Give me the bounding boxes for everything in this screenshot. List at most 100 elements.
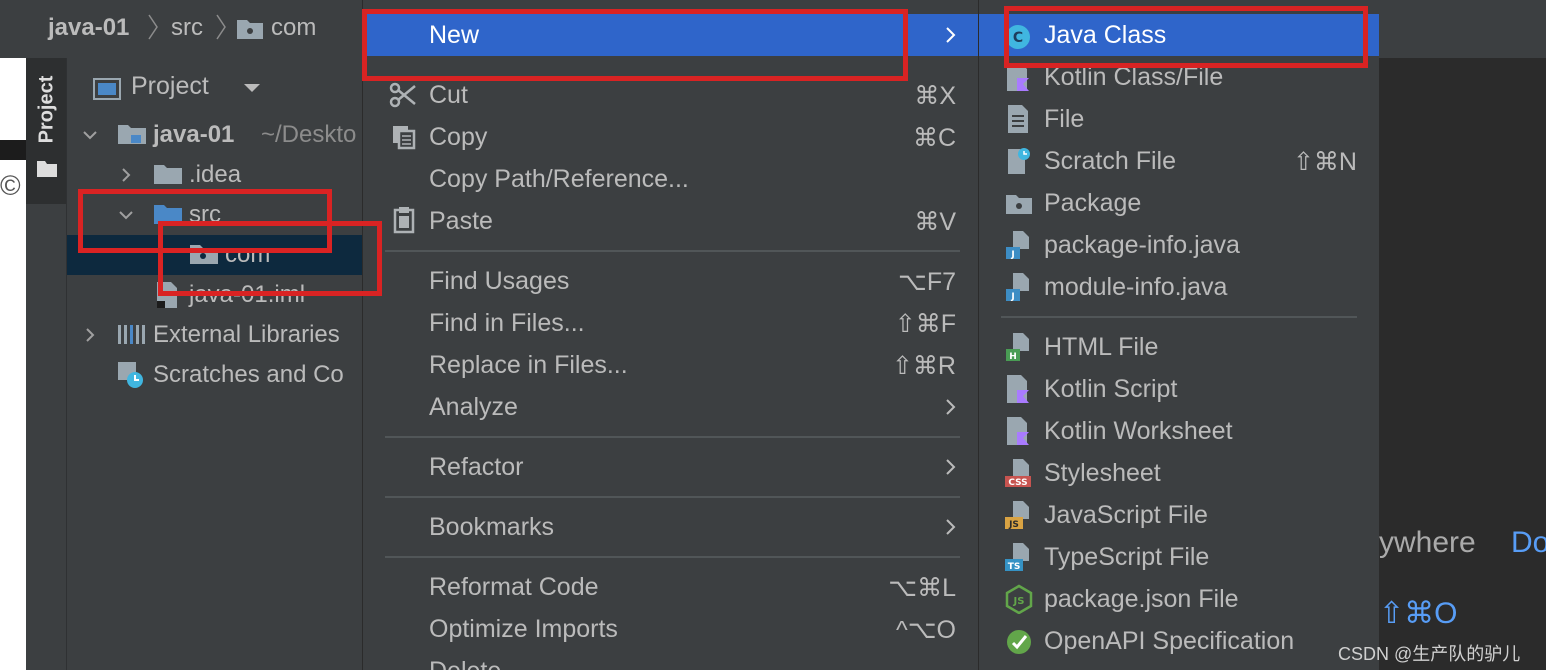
- project-tool-tab[interactable]: Project: [26, 58, 66, 204]
- submenu-item-file[interactable]: File: [979, 98, 1379, 140]
- submenu-item-scratch-file[interactable]: Scratch File ⇧⌘N: [979, 140, 1379, 182]
- submenu-item-label: Kotlin Worksheet: [1044, 417, 1233, 445]
- menu-item-label: Reformat Code: [429, 573, 599, 601]
- paste-icon: [393, 207, 415, 234]
- folder-icon: [37, 161, 57, 177]
- chevron-down-icon[interactable]: [83, 128, 97, 142]
- menu-item-label: Cut: [429, 81, 468, 109]
- chevron-right-icon: [946, 27, 956, 43]
- editor-area: ywhere Do ⇧⌘O: [1379, 58, 1546, 670]
- javascript-file-icon: JS: [1005, 501, 1029, 530]
- menu-item-copy[interactable]: Copy ⌘C: [367, 116, 978, 158]
- menu-item-bookmarks[interactable]: Bookmarks: [367, 506, 978, 548]
- background-window-glyph: ©: [0, 170, 21, 201]
- menu-item-shortcut: ⌥F7: [898, 268, 956, 296]
- breadcrumb-src[interactable]: src: [171, 14, 203, 42]
- submenu-item-label: module-info.java: [1044, 273, 1228, 301]
- menu-item-replace-in-files[interactable]: Replace in Files... ⇧⌘R: [367, 344, 978, 386]
- submenu-item-label: OpenAPI Specification: [1044, 627, 1295, 655]
- background-window-strip: [0, 140, 26, 160]
- editor-hint-link[interactable]: Do: [1511, 526, 1546, 560]
- submenu-item-typescript-file[interactable]: TS TypeScript File: [979, 536, 1379, 578]
- menu-item-label: Analyze: [429, 393, 518, 421]
- menu-item-delete[interactable]: Delete: [367, 650, 978, 670]
- submenu-item-module-info[interactable]: J module-info.java: [979, 266, 1379, 308]
- menu-item-find-usages[interactable]: Find Usages ⌥F7: [367, 260, 978, 302]
- package-folder-icon: [237, 20, 263, 39]
- submenu-item-html-file[interactable]: H HTML File: [979, 326, 1379, 368]
- file-badge: JS: [1008, 520, 1019, 530]
- kotlin-script-icon: [1007, 375, 1029, 403]
- submenu-item-package[interactable]: Package: [979, 182, 1379, 224]
- file-badge: TS: [1008, 562, 1021, 572]
- chevron-right-icon: [946, 399, 956, 415]
- breadcrumb-separator-icon: [148, 14, 158, 40]
- menu-item-label: Copy Path/Reference...: [429, 165, 689, 193]
- css-file-icon: CSS: [1005, 459, 1031, 488]
- highlight-box-com: [158, 221, 382, 296]
- submenu-item-label: File: [1044, 105, 1085, 133]
- file-badge: H: [1009, 352, 1017, 362]
- menu-item-optimize-imports[interactable]: Optimize Imports ^⌥O: [367, 608, 978, 650]
- chevron-right-icon[interactable]: [83, 328, 97, 342]
- menu-item-analyze[interactable]: Analyze: [367, 386, 978, 428]
- submenu-item-package-info[interactable]: J package-info.java: [979, 224, 1379, 266]
- breadcrumb-project[interactable]: java-01: [48, 14, 129, 42]
- editor-hint-text: ywhere: [1379, 526, 1476, 559]
- menu-item-label: Refactor: [429, 453, 524, 481]
- menu-item-paste[interactable]: Paste ⌘V: [367, 200, 978, 242]
- tree-item-external-libraries[interactable]: External Libraries: [67, 315, 362, 355]
- menu-item-find-in-files[interactable]: Find in Files... ⇧⌘F: [367, 302, 978, 344]
- menu-item-shortcut: ⇧⌘R: [891, 352, 956, 380]
- submenu-item-label: package-info.java: [1044, 231, 1240, 259]
- module-folder-icon: [118, 125, 146, 144]
- package-icon: [1006, 195, 1032, 214]
- library-icon: [118, 325, 145, 344]
- submenu-item-package-json[interactable]: JS package.json File: [979, 578, 1379, 620]
- file-badge: CSS: [1008, 478, 1027, 488]
- menu-item-label: Delete: [429, 657, 501, 670]
- tree-item-label: java-01: [153, 121, 235, 148]
- submenu-item-kotlin-script[interactable]: Kotlin Script: [979, 368, 1379, 410]
- submenu-item-openapi[interactable]: OpenAPI Specification: [979, 620, 1379, 662]
- watermark: CSDN @生产队的驴儿: [1338, 644, 1521, 664]
- submenu-item-label: Stylesheet: [1044, 459, 1161, 487]
- menu-item-shortcut: ^⌥O: [896, 616, 956, 644]
- highlight-box-new: [362, 9, 908, 81]
- menu-item-label: Find Usages: [429, 267, 570, 295]
- tree-item-java-01[interactable]: java-01 ~/Deskto: [67, 115, 362, 155]
- submenu-item-label: TypeScript File: [1044, 543, 1210, 571]
- menu-item-shortcut: ⌥⌘L: [888, 574, 956, 602]
- kotlin-worksheet-icon: [1007, 417, 1029, 445]
- submenu-item-stylesheet[interactable]: CSS Stylesheet: [979, 452, 1379, 494]
- tree-item-label: .idea: [189, 161, 242, 188]
- menu-item-reformat-code[interactable]: Reformat Code ⌥⌘L: [367, 566, 978, 608]
- project-view-selector[interactable]: Project: [131, 72, 209, 101]
- menu-item-label: Copy: [429, 123, 488, 151]
- tree-item-scratches[interactable]: Scratches and Co: [67, 355, 362, 395]
- submenu-item-kotlin-worksheet[interactable]: Kotlin Worksheet: [979, 410, 1379, 452]
- menu-separator: [385, 436, 960, 438]
- nodejs-icon: JS: [1005, 584, 1033, 614]
- scissors-icon: [389, 82, 416, 108]
- file-badge: J: [1010, 292, 1014, 302]
- tree-item-path-hint: ~/Deskto: [261, 121, 357, 148]
- chevron-right-icon[interactable]: [119, 168, 133, 182]
- submenu-item-label: Package: [1044, 189, 1142, 217]
- submenu-item-label: Kotlin Script: [1044, 375, 1178, 403]
- breadcrumb-separator-icon: [216, 14, 226, 40]
- tree-item-label: External Libraries: [153, 321, 340, 348]
- chevron-right-icon: [946, 519, 956, 535]
- project-panel-header: Project: [67, 58, 362, 116]
- menu-item-refactor[interactable]: Refactor: [367, 446, 978, 488]
- scratches-icon: [118, 362, 143, 388]
- submenu-item-javascript-file[interactable]: JS JavaScript File: [979, 494, 1379, 536]
- chevron-right-icon: [946, 459, 956, 475]
- menu-item-copy-path[interactable]: Copy Path/Reference...: [367, 158, 978, 200]
- chevron-down-icon[interactable]: [243, 82, 261, 94]
- breadcrumb-com[interactable]: com: [271, 14, 316, 42]
- submenu-item-label: package.json File: [1044, 585, 1239, 613]
- submenu-item-label: HTML File: [1044, 333, 1159, 361]
- submenu-separator: [1001, 316, 1357, 318]
- new-submenu: C Java Class Kotlin Class/File File Scra…: [978, 0, 1379, 670]
